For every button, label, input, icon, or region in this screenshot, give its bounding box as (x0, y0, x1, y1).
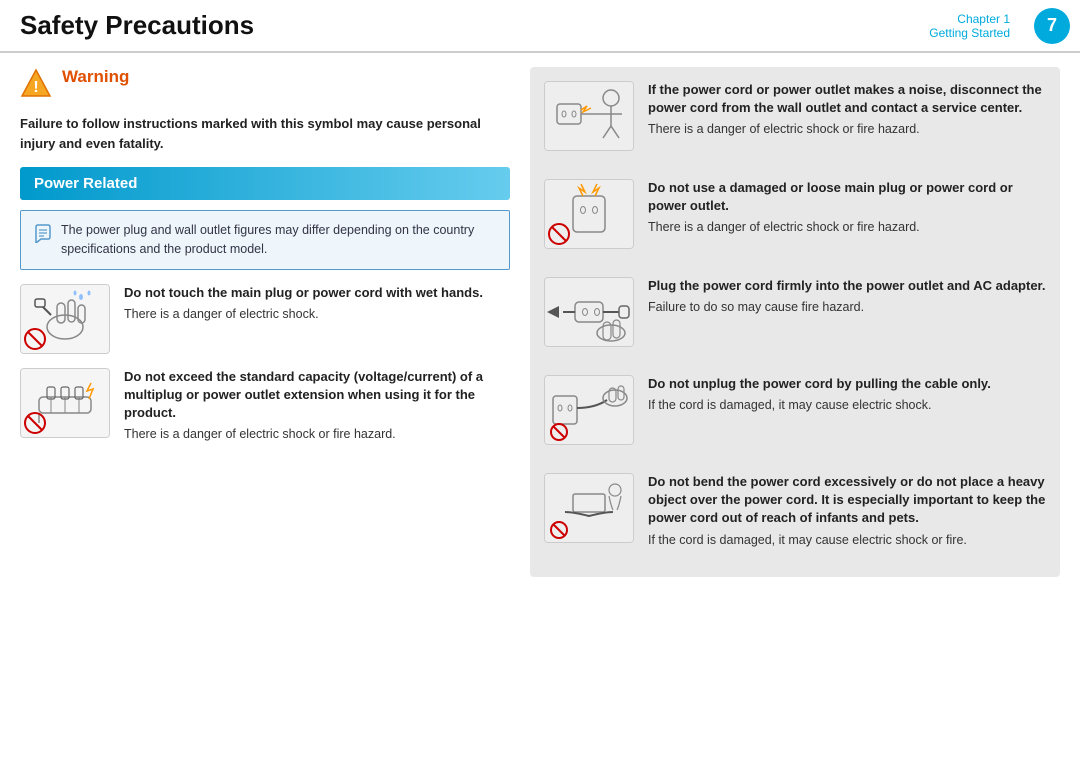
right-safety-normal-2: There is a danger of electric shock or f… (648, 219, 1046, 237)
chapter-info: Chapter 1 Getting Started 7 (929, 0, 1080, 45)
chapter-sub: Getting Started (929, 26, 1020, 40)
page-header: Safety Precautions Chapter 1 Getting Sta… (0, 0, 1080, 53)
warning-description: Failure to follow instructions marked wi… (20, 114, 510, 153)
main-content: ! Warning Failure to follow instructions… (0, 67, 1080, 577)
right-safety-item-4: Do not unplug the power cord by pulling … (544, 375, 1046, 445)
left-safety-bold-2: Do not exceed the standard capacity (vol… (124, 368, 510, 423)
right-safety-item-2: Do not use a damaged or loose main plug … (544, 179, 1046, 249)
right-safety-normal-1: There is a danger of electric shock or f… (648, 121, 1046, 139)
warning-label: Warning (62, 67, 129, 87)
right-safety-text-1: If the power cord or power outlet makes … (648, 81, 1046, 139)
right-safety-bold-4: Do not unplug the power cord by pulling … (648, 375, 1046, 393)
damaged-plug-image (544, 179, 634, 249)
right-safety-normal-5: If the cord is damaged, it may cause ele… (648, 532, 1046, 550)
left-safety-item-2: Do not exceed the standard capacity (vol… (20, 368, 510, 444)
right-safety-bold-1: If the power cord or power outlet makes … (648, 81, 1046, 117)
power-related-header: Power Related (20, 167, 510, 200)
left-panel: ! Warning Failure to follow instructions… (20, 67, 510, 577)
right-safety-text-5: Do not bend the power cord excessively o… (648, 473, 1046, 549)
right-safety-text-4: Do not unplug the power cord by pulling … (648, 375, 1046, 415)
right-safety-bold-2: Do not use a damaged or loose main plug … (648, 179, 1046, 215)
warning-icon: ! (20, 67, 52, 102)
note-box: The power plug and wall outlet figures m… (20, 210, 510, 270)
right-safety-normal-4: If the cord is damaged, it may cause ele… (648, 397, 1046, 415)
right-safety-text-3: Plug the power cord firmly into the powe… (648, 277, 1046, 317)
right-safety-normal-3: Failure to do so may cause fire hazard. (648, 299, 1046, 317)
unplug-cable-image (544, 375, 634, 445)
right-safety-item-1: If the power cord or power outlet makes … (544, 81, 1046, 151)
left-safety-item-1: Do not touch the main plug or power cord… (20, 284, 510, 354)
bend-cord-image (544, 473, 634, 543)
wet-hands-image (20, 284, 110, 354)
right-safety-text-2: Do not use a damaged or loose main plug … (648, 179, 1046, 237)
left-safety-text-2: Do not exceed the standard capacity (vol… (124, 368, 510, 444)
power-noise-image (544, 81, 634, 151)
right-panel: If the power cord or power outlet makes … (530, 67, 1060, 577)
page-title: Safety Precautions (0, 0, 929, 45)
left-safety-bold-1: Do not touch the main plug or power cord… (124, 284, 510, 302)
plug-firmly-image (544, 277, 634, 347)
right-safety-item-3: Plug the power cord firmly into the powe… (544, 277, 1046, 347)
left-safety-normal-2: There is a danger of electric shock or f… (124, 426, 510, 444)
note-text: The power plug and wall outlet figures m… (61, 221, 497, 259)
right-safety-bold-3: Plug the power cord firmly into the powe… (648, 277, 1046, 295)
chapter-label: Chapter 1 (929, 12, 1020, 26)
right-safety-bold-5: Do not bend the power cord excessively o… (648, 473, 1046, 528)
left-safety-normal-1: There is a danger of electric shock. (124, 306, 510, 324)
right-safety-item-5: Do not bend the power cord excessively o… (544, 473, 1046, 549)
multiplug-image (20, 368, 110, 438)
svg-text:!: ! (33, 79, 38, 96)
chapter-number: 7 (1034, 8, 1070, 44)
warning-section: ! Warning (20, 67, 510, 102)
left-safety-text-1: Do not touch the main plug or power cord… (124, 284, 510, 324)
note-icon (33, 223, 53, 248)
